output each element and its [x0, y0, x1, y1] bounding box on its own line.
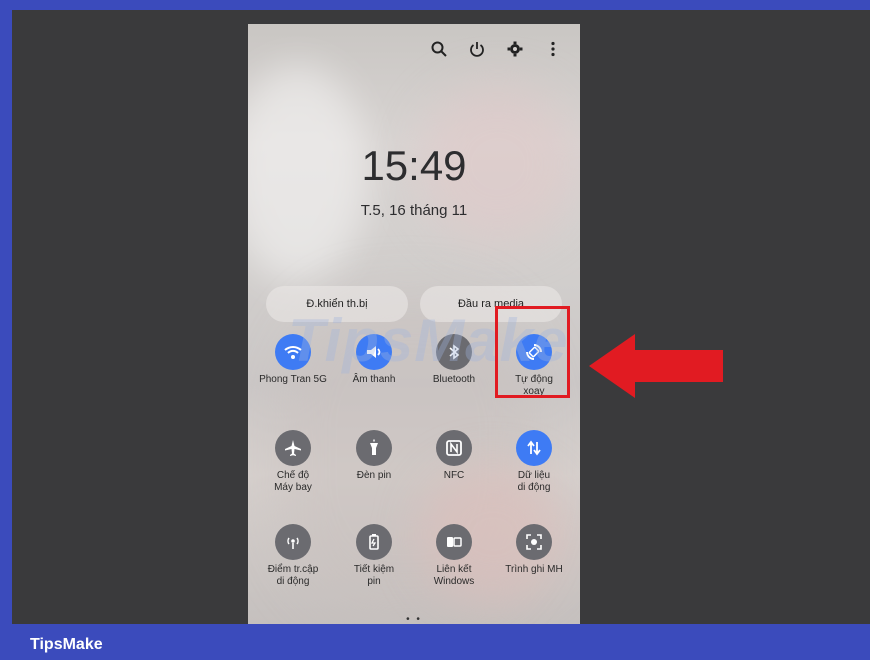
page-indicator: • • [406, 614, 422, 624]
screenshot-frame: 15:49 T.5, 16 tháng 11 Đ.khiển th.bị Đầu… [12, 10, 870, 624]
link-windows-icon [436, 524, 472, 560]
settings-icon[interactable] [506, 40, 524, 58]
footer-brand: TipsMake [30, 636, 103, 653]
search-icon[interactable] [430, 40, 448, 58]
power-icon[interactable] [468, 40, 486, 58]
tile-label: Bluetooth [432, 374, 476, 385]
tile-label: NFC [443, 470, 465, 481]
highlight-box [495, 306, 570, 398]
tile-nfc[interactable]: NFC [414, 430, 494, 482]
date: T.5, 16 tháng 11 [360, 202, 468, 219]
tile-label: Điểm tr.cập di động [267, 564, 319, 587]
tile-label: Tiết kiệm pin [353, 564, 395, 587]
hotspot-icon [275, 524, 311, 560]
airplane-icon [275, 430, 311, 466]
tile-label: Trình ghi MH [505, 564, 563, 575]
tile-label: Đèn pin [356, 470, 392, 481]
quick-panel-toolbar [430, 40, 562, 58]
clock: 15:49 [361, 142, 467, 189]
screen-recorder-icon [516, 524, 552, 560]
tile-airplane[interactable]: Chế độ Máy bay [253, 430, 333, 494]
nfc-icon [436, 430, 472, 466]
more-options-icon[interactable] [544, 40, 562, 58]
flashlight-icon [356, 430, 392, 466]
tile-flashlight[interactable]: Đèn pin [334, 430, 414, 482]
tile-label: Âm thanh [352, 374, 396, 385]
mobile-data-icon [516, 430, 552, 466]
tile-mobile-data[interactable]: Dữ liệu di động [494, 430, 574, 494]
battery-saver-icon [356, 524, 392, 560]
tile-link-windows[interactable]: Liên kết Windows [414, 524, 494, 588]
tile-label: Chế độ Máy bay [274, 470, 312, 493]
tile-battery-saver[interactable]: Tiết kiệm pin [334, 524, 414, 588]
tile-label: Dữ liệu di động [517, 470, 551, 493]
tile-label: Liên kết Windows [433, 564, 475, 587]
tile-label: Phong Tran 5G [259, 374, 327, 385]
tile-hotspot[interactable]: Điểm tr.cập di động [253, 524, 333, 588]
tile-screen-recorder[interactable]: Trình ghi MH [494, 524, 574, 576]
red-arrow-icon [589, 334, 723, 398]
